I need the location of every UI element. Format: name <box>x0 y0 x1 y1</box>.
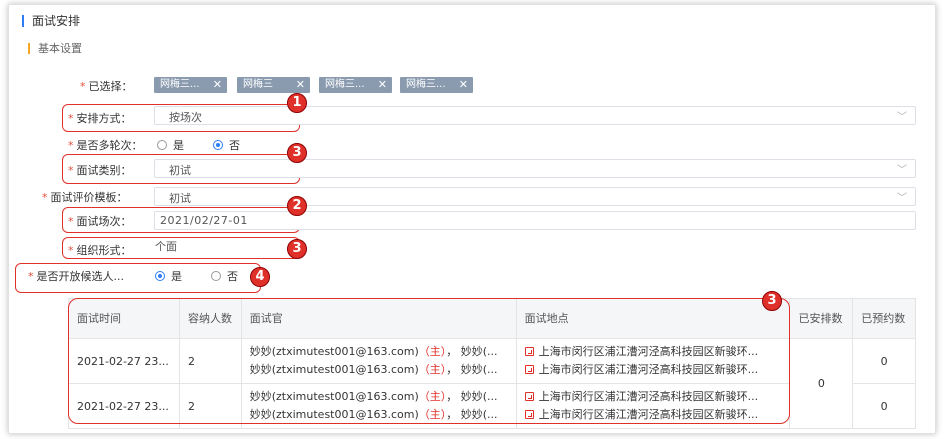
arrange-label: * 安排方式： <box>68 112 132 125</box>
section-title: 基本设置 <box>28 40 82 56</box>
radio-icon <box>211 271 221 281</box>
selected-tag: 网梅三... ✕ <box>154 77 227 93</box>
radio-selected-icon <box>213 140 223 150</box>
annotation-badge: 1 <box>287 93 307 113</box>
annotation-badge: 3 <box>287 239 307 259</box>
selected-label: * 已选择： <box>80 80 133 93</box>
radio-selected-icon <box>155 271 165 281</box>
reserved-cell: 0 <box>852 338 916 384</box>
selected-tag: 网梅三... ✕ <box>400 77 473 93</box>
close-icon[interactable]: ✕ <box>459 77 468 93</box>
format-value: 个面 <box>155 240 177 253</box>
category-select[interactable]: 初试 ﹀ <box>154 159 916 178</box>
close-icon[interactable]: ✕ <box>296 77 305 93</box>
header-arranged: 已安排数 <box>789 298 854 339</box>
multi-round-no[interactable]: 否 <box>213 137 240 153</box>
selected-tag: 网梅三... ✕ <box>319 77 392 93</box>
chevron-down-icon: ﹀ <box>897 112 907 123</box>
annotation-badge: 2 <box>287 196 307 216</box>
close-icon[interactable]: ✕ <box>378 77 387 93</box>
multi-round-label: * 是否多轮次： <box>68 139 143 152</box>
session-label: * 面试场次： <box>68 215 132 228</box>
annotation-badge: 4 <box>250 267 270 287</box>
reserved-cell: 0 <box>852 383 916 429</box>
arrange-select[interactable]: 按场次 ﹀ <box>154 106 916 125</box>
close-icon[interactable]: ✕ <box>213 77 222 93</box>
multi-round-yes[interactable]: 是 <box>157 137 184 153</box>
page-title: 面试安排 <box>22 12 80 29</box>
arranged-cell: 0 <box>789 338 854 429</box>
annotation-badge: 3 <box>762 291 782 311</box>
session-input[interactable]: 2021/02/27-01 <box>154 211 916 230</box>
format-label: * 组织形式： <box>68 244 132 257</box>
category-label: * 面试类别： <box>68 164 132 177</box>
chevron-down-icon: ﹀ <box>897 165 907 176</box>
template-select[interactable]: 初试 ﹀ <box>154 187 916 206</box>
annotation-badge: 3 <box>287 143 307 163</box>
header-reserved: 已预约数 <box>852 298 916 339</box>
chevron-down-icon: ﹀ <box>897 193 907 204</box>
open-reserve-label: * 是否开放候选人... <box>28 270 124 283</box>
selected-tag: 网梅三 ✕ <box>237 77 310 93</box>
radio-icon <box>157 140 167 150</box>
annotation-box <box>68 298 790 424</box>
open-reserve-yes[interactable]: 是 <box>155 268 182 284</box>
template-label: * 面试评价模板： <box>42 191 128 204</box>
open-reserve-no[interactable]: 否 <box>211 268 238 284</box>
